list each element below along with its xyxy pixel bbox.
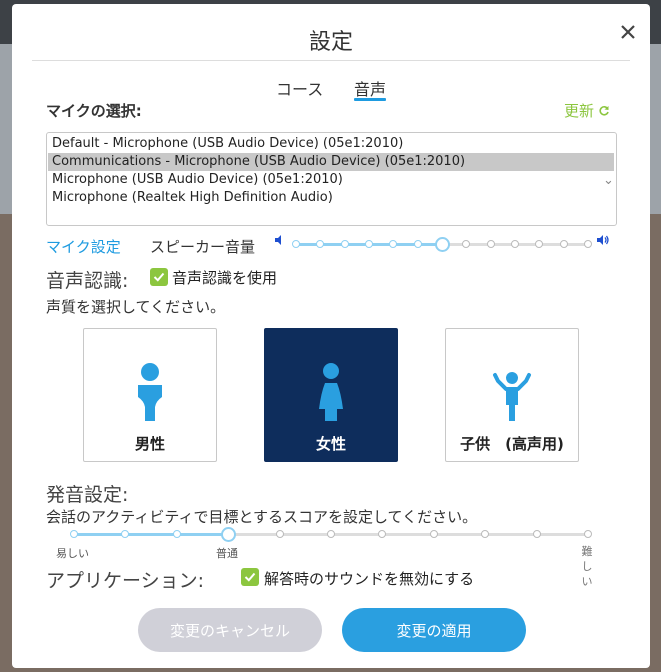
refresh-label: 更新 — [564, 102, 595, 120]
microphone-option[interactable]: Microphone (Realtek High Definition Audi… — [48, 189, 614, 207]
slider-step[interactable] — [340, 240, 349, 248]
slider-step[interactable] — [275, 530, 284, 538]
voice-card-female[interactable]: 女性 — [264, 328, 398, 462]
microphone-list[interactable]: Default - Microphone (USB Audio Device) … — [46, 132, 617, 226]
slider-step[interactable] — [327, 530, 335, 538]
slider-step[interactable] — [172, 530, 181, 538]
refresh-button[interactable]: 更新 — [564, 100, 610, 121]
slider-step[interactable] — [584, 530, 592, 538]
title-divider — [32, 60, 630, 61]
settings-dialog: 設定 コース 音声 マイクの選択: 更新 Default - Microphon… — [12, 4, 650, 668]
slider-step[interactable] — [378, 530, 387, 538]
female-icon — [319, 363, 343, 421]
slider-step[interactable] — [532, 530, 541, 538]
hard-label: 難しい — [581, 544, 595, 589]
microphone-option-selected[interactable]: Communications - Microphone (USB Audio D… — [48, 153, 614, 171]
slider-handle[interactable] — [221, 527, 237, 542]
checkmark-icon — [153, 272, 165, 282]
tab-voice[interactable]: 音声 — [354, 76, 386, 100]
chevron-down-icon: ⌄ — [603, 173, 614, 188]
pronunciation-description: 会話のアクティビティで目標とするスコアを設定してください。 — [46, 508, 478, 526]
slider-step[interactable] — [481, 530, 490, 538]
slider-step[interactable] — [486, 240, 495, 248]
slider-step[interactable] — [511, 240, 519, 248]
slider-step[interactable] — [559, 240, 568, 248]
speech-recognition-checkbox[interactable] — [150, 268, 168, 286]
application-heading: アプリケーション: — [46, 570, 205, 592]
pronunciation-heading: 発音設定: — [46, 484, 129, 506]
slider-step[interactable] — [292, 240, 300, 248]
speech-recognition-checkbox-label: 音声認識を使用 — [172, 269, 278, 287]
slider-fill — [74, 533, 229, 536]
dialog-title: 設定 — [308, 30, 353, 55]
speech-recognition-heading: 音声認識: — [46, 270, 129, 292]
easy-label: 易しい — [56, 547, 89, 560]
slider-step[interactable] — [584, 240, 592, 248]
slider-step[interactable] — [389, 240, 398, 248]
slider-step[interactable] — [121, 530, 130, 538]
microphone-option[interactable]: Default - Microphone (USB Audio Device) … — [48, 135, 614, 153]
slider-step[interactable] — [365, 240, 373, 248]
voice-card-label: 子供 (高声用) — [460, 435, 564, 453]
male-icon — [138, 363, 162, 421]
active-tab-indicator — [354, 98, 386, 101]
volume-low-icon — [275, 235, 281, 245]
apply-changes-button[interactable]: 変更の適用 — [342, 608, 526, 652]
mic-setup-link[interactable]: マイク設定 — [46, 236, 121, 257]
microphone-option[interactable]: Microphone (USB Audio Device) (05e1:2010… — [48, 171, 614, 189]
cancel-changes-button[interactable]: 変更のキャンセル — [138, 608, 322, 652]
hard-label-text: 難しい — [581, 545, 593, 588]
slider-step[interactable] — [429, 530, 438, 538]
disable-answer-sound-checkbox[interactable] — [241, 568, 259, 586]
voice-card-male[interactable]: 男性 — [83, 328, 217, 462]
slider-step[interactable] — [413, 240, 422, 248]
checkmark-icon — [244, 572, 256, 582]
slider-step[interactable] — [70, 530, 78, 538]
disable-answer-sound-label: 解答時のサウンドを無効にする — [264, 570, 475, 588]
volume-high-icon — [597, 235, 609, 245]
slider-step[interactable] — [462, 240, 471, 248]
speaker-volume-label: スピーカー音量 — [150, 238, 256, 256]
child-icon — [493, 372, 531, 421]
slider-step[interactable] — [535, 240, 544, 248]
refresh-icon — [599, 105, 609, 116]
close-button[interactable] — [614, 18, 642, 46]
voice-select-prompt: 声質を選択してください。 — [46, 298, 226, 316]
slider-handle[interactable] — [435, 237, 450, 252]
normal-label: 普通 — [216, 547, 238, 560]
microphone-select-label: マイクの選択: — [46, 102, 142, 120]
voice-card-label: 男性 — [134, 435, 165, 453]
voice-card-child[interactable]: 子供 (高声用) — [445, 328, 579, 462]
slider-step[interactable] — [316, 240, 325, 248]
tab-course[interactable]: コース — [276, 76, 323, 100]
voice-card-label: 女性 — [315, 435, 346, 453]
close-icon — [621, 25, 635, 39]
